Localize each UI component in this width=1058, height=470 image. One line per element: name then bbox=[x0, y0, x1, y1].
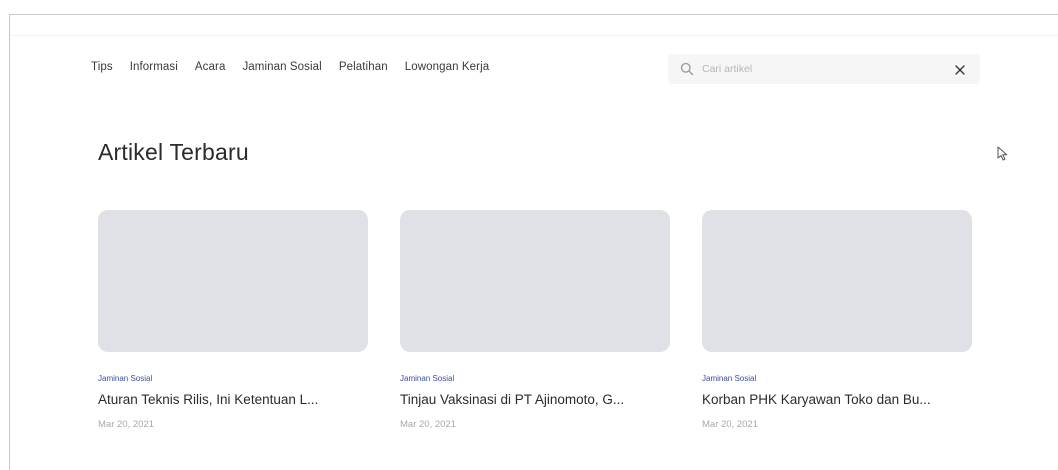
article-thumbnail[interactable] bbox=[400, 210, 670, 352]
nav-item-acara[interactable]: Acara bbox=[195, 61, 226, 73]
search-input[interactable] bbox=[702, 63, 954, 75]
article-date: Mar 20, 2021 bbox=[400, 419, 456, 430]
article-date: Mar 20, 2021 bbox=[702, 419, 758, 430]
article-list: Jaminan Sosial Aturan Teknis Rilis, Ini … bbox=[98, 210, 972, 430]
page-frame: Tips Informasi Acara Jaminan Sosial Pela… bbox=[9, 14, 1058, 470]
nav-item-lowongan-kerja[interactable]: Lowongan Kerja bbox=[405, 61, 490, 73]
article-thumbnail[interactable] bbox=[702, 210, 972, 352]
article-title[interactable]: Korban PHK Karyawan Toko dan Bu... bbox=[702, 392, 974, 407]
search-bar bbox=[668, 54, 980, 84]
mouse-pointer-icon bbox=[997, 146, 1009, 161]
article-date: Mar 20, 2021 bbox=[98, 419, 154, 430]
header-divider bbox=[10, 35, 1058, 36]
article-title[interactable]: Aturan Teknis Rilis, Ini Ketentuan L... bbox=[98, 392, 370, 407]
nav-item-jaminan-sosial[interactable]: Jaminan Sosial bbox=[242, 61, 321, 73]
article-card[interactable]: Jaminan Sosial Aturan Teknis Rilis, Ini … bbox=[98, 210, 368, 430]
article-card[interactable]: Jaminan Sosial Tinjau Vaksinasi di PT Aj… bbox=[400, 210, 670, 430]
nav-item-tips[interactable]: Tips bbox=[91, 61, 113, 73]
article-category[interactable]: Jaminan Sosial bbox=[702, 374, 972, 383]
category-nav: Tips Informasi Acara Jaminan Sosial Pela… bbox=[91, 61, 506, 73]
article-category[interactable]: Jaminan Sosial bbox=[400, 374, 670, 383]
article-thumbnail[interactable] bbox=[98, 210, 368, 352]
article-title[interactable]: Tinjau Vaksinasi di PT Ajinomoto, G... bbox=[400, 392, 672, 407]
nav-item-pelatihan[interactable]: Pelatihan bbox=[339, 61, 388, 73]
close-icon[interactable] bbox=[954, 63, 966, 75]
article-category[interactable]: Jaminan Sosial bbox=[98, 374, 368, 383]
page-title: Artikel Terbaru bbox=[98, 139, 249, 165]
nav-item-informasi[interactable]: Informasi bbox=[130, 61, 178, 73]
article-card[interactable]: Jaminan Sosial Korban PHK Karyawan Toko … bbox=[702, 210, 972, 430]
search-icon[interactable] bbox=[680, 62, 694, 76]
